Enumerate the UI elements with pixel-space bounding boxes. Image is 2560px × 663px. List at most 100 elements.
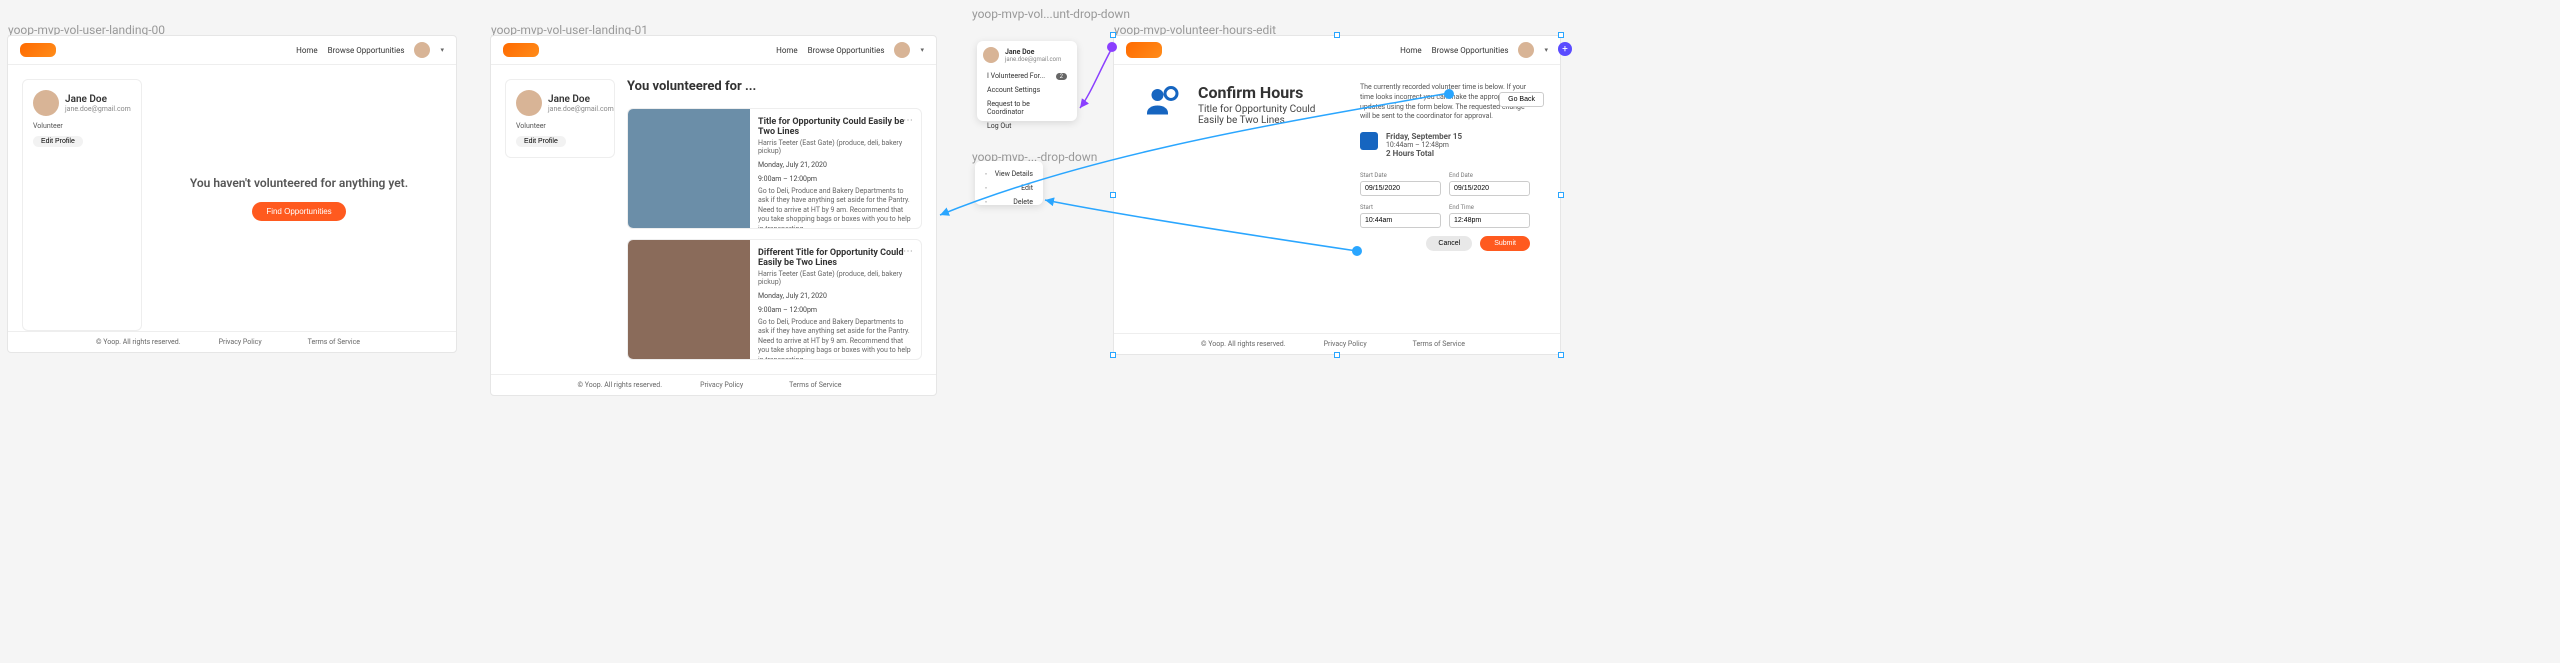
start-date-input[interactable] <box>1360 181 1441 196</box>
card-title: Different Title for Opportunity Could Ea… <box>758 248 913 268</box>
card-time: 9:00am – 12:00pm <box>758 175 913 183</box>
footer-terms[interactable]: Terms of Service <box>308 338 360 346</box>
account-dropdown: Jane Doe jane.doe@gmail.com I Volunteere… <box>977 41 1077 121</box>
logo[interactable] <box>1126 42 1162 58</box>
add-connection-button[interactable]: + <box>1558 42 1572 56</box>
profile-card: Jane Doe jane.doe@gmail.com Volunteer Ed… <box>22 79 142 331</box>
selection-handle[interactable] <box>1334 352 1340 358</box>
avatar[interactable] <box>1518 42 1534 58</box>
opportunity-card: ⋯ Title for Opportunity Could Easily be … <box>627 108 922 229</box>
topnav: Home Browse Opportunities ▾ <box>8 36 456 65</box>
empty-message: You haven't volunteered for anything yet… <box>190 176 408 190</box>
start-time-label: Start <box>1360 204 1441 211</box>
nav-home[interactable]: Home <box>296 46 318 55</box>
flow-source-dot[interactable] <box>1107 42 1117 52</box>
menu-logout[interactable]: Log Out <box>983 119 1071 133</box>
chevron-down-icon[interactable]: ▾ <box>1544 46 1548 54</box>
selection-handle[interactable] <box>1558 192 1564 198</box>
end-time-label: End Time <box>1449 204 1530 211</box>
nav-browse[interactable]: Browse Opportunities <box>1432 46 1509 55</box>
menu-edit[interactable]: Edit <box>981 181 1037 195</box>
selection-handle[interactable] <box>1110 32 1116 38</box>
footer-privacy[interactable]: Privacy Policy <box>219 338 262 346</box>
profile-name: Jane Doe <box>65 94 131 105</box>
profile-role: Volunteer <box>516 122 546 130</box>
event-hours: 2 Hours Total <box>1386 149 1462 158</box>
more-icon[interactable]: ⋯ <box>903 115 913 126</box>
footer-terms[interactable]: Terms of Service <box>1413 340 1465 348</box>
end-date-input[interactable] <box>1449 181 1530 196</box>
menu-volunteered-for[interactable]: I Volunteered For...2 <box>983 69 1071 83</box>
chevron-down-icon[interactable]: ▾ <box>920 46 924 54</box>
opportunity-card: ⋯ Different Title for Opportunity Could … <box>627 239 922 360</box>
find-opportunities-button[interactable]: Find Opportunities <box>252 202 345 221</box>
footer-privacy[interactable]: Privacy Policy <box>1324 340 1367 348</box>
selection-handle[interactable] <box>1558 32 1564 38</box>
event-date: Friday, September 15 <box>1386 132 1462 141</box>
nav-home[interactable]: Home <box>1400 46 1422 55</box>
profile-name: Jane Doe <box>548 94 614 105</box>
selection-handle[interactable] <box>1558 352 1564 358</box>
start-date-label: Start Date <box>1360 172 1441 179</box>
card-action-dropdown: View Details Edit Delete <box>975 161 1043 205</box>
submit-button[interactable]: Submit <box>1480 236 1530 251</box>
edit-profile-button[interactable]: Edit Profile <box>33 136 83 147</box>
confirm-hours-subtitle: Title for Opportunity Could Easily be Tw… <box>1198 104 1342 126</box>
calendar-icon <box>1360 132 1378 150</box>
dropdown-user-email: jane.doe@gmail.com <box>1005 56 1061 63</box>
card-date: Monday, July 21, 2020 <box>758 161 913 169</box>
topnav: Home Browse Opportunities ▾ <box>491 36 936 65</box>
menu-account-settings[interactable]: Account Settings <box>983 83 1071 97</box>
profile-role: Volunteer <box>33 122 63 130</box>
footer-terms[interactable]: Terms of Service <box>789 381 841 389</box>
card-description: Go to Deli, Produce and Bakery Departmen… <box>758 318 913 360</box>
avatar <box>516 90 542 116</box>
nav-browse[interactable]: Browse Opportunities <box>328 46 405 55</box>
cancel-button[interactable]: Cancel <box>1426 236 1472 251</box>
menu-view-details[interactable]: View Details <box>981 167 1037 181</box>
footer: © Yoop. All rights reserved. Privacy Pol… <box>1114 333 1560 354</box>
card-description: Go to Deli, Produce and Bakery Departmen… <box>758 187 913 229</box>
selection-handle[interactable] <box>1110 352 1116 358</box>
topnav: Home Browse Opportunities ▾ <box>1114 36 1560 65</box>
footer-copyright: © Yoop. All rights reserved. <box>96 338 181 346</box>
footer: © Yoop. All rights reserved. Privacy Pol… <box>8 331 456 352</box>
nav-home[interactable]: Home <box>776 46 798 55</box>
avatar[interactable] <box>894 42 910 58</box>
flow-target-dot[interactable] <box>1352 246 1362 256</box>
go-back-button[interactable]: Go Back <box>1499 92 1544 107</box>
card-subtitle: Harris Teeter (East Gate) (produce, deli… <box>758 139 913 155</box>
card-subtitle: Harris Teeter (East Gate) (produce, deli… <box>758 270 913 286</box>
logo[interactable] <box>503 43 539 57</box>
card-image <box>628 240 750 359</box>
artboard-label-popa: yoop-mvp-vol...unt-drop-down <box>972 7 1130 21</box>
avatar <box>33 90 59 116</box>
avatar[interactable] <box>414 42 430 58</box>
end-date-label: End Date <box>1449 172 1530 179</box>
artboard-landing-01: Home Browse Opportunities ▾ Jane Doe jan… <box>490 35 937 396</box>
selection-handle[interactable] <box>1334 32 1340 38</box>
logo[interactable] <box>20 43 56 57</box>
menu-delete[interactable]: Delete <box>981 195 1037 209</box>
footer: © Yoop. All rights reserved. Privacy Pol… <box>491 374 936 395</box>
artboard-landing-00: Home Browse Opportunities ▾ Jane Doe jan… <box>7 35 457 353</box>
footer-privacy[interactable]: Privacy Policy <box>700 381 743 389</box>
more-icon[interactable]: ⋯ <box>903 246 913 257</box>
footer-copyright: © Yoop. All rights reserved. <box>578 381 663 389</box>
profile-email: jane.doe@gmail.com <box>548 105 614 113</box>
count-badge: 2 <box>1056 73 1067 80</box>
end-time-input[interactable] <box>1449 213 1530 228</box>
menu-request-coordinator[interactable]: Request to be Coordinator <box>983 97 1071 119</box>
card-title: Title for Opportunity Could Easily be Tw… <box>758 117 913 137</box>
selection-handle[interactable] <box>1110 192 1116 198</box>
edit-profile-button[interactable]: Edit Profile <box>516 136 566 147</box>
profile-email: jane.doe@gmail.com <box>65 105 131 113</box>
chevron-down-icon[interactable]: ▾ <box>440 46 444 54</box>
flow-target-dot[interactable] <box>1444 89 1454 99</box>
profile-card: Jane Doe jane.doe@gmail.com Volunteer Ed… <box>505 79 615 158</box>
start-time-input[interactable] <box>1360 213 1441 228</box>
card-date: Monday, July 21, 2020 <box>758 292 913 300</box>
card-time: 9:00am – 12:00pm <box>758 306 913 314</box>
nav-browse[interactable]: Browse Opportunities <box>808 46 885 55</box>
footer-copyright: © Yoop. All rights reserved. <box>1201 340 1286 348</box>
